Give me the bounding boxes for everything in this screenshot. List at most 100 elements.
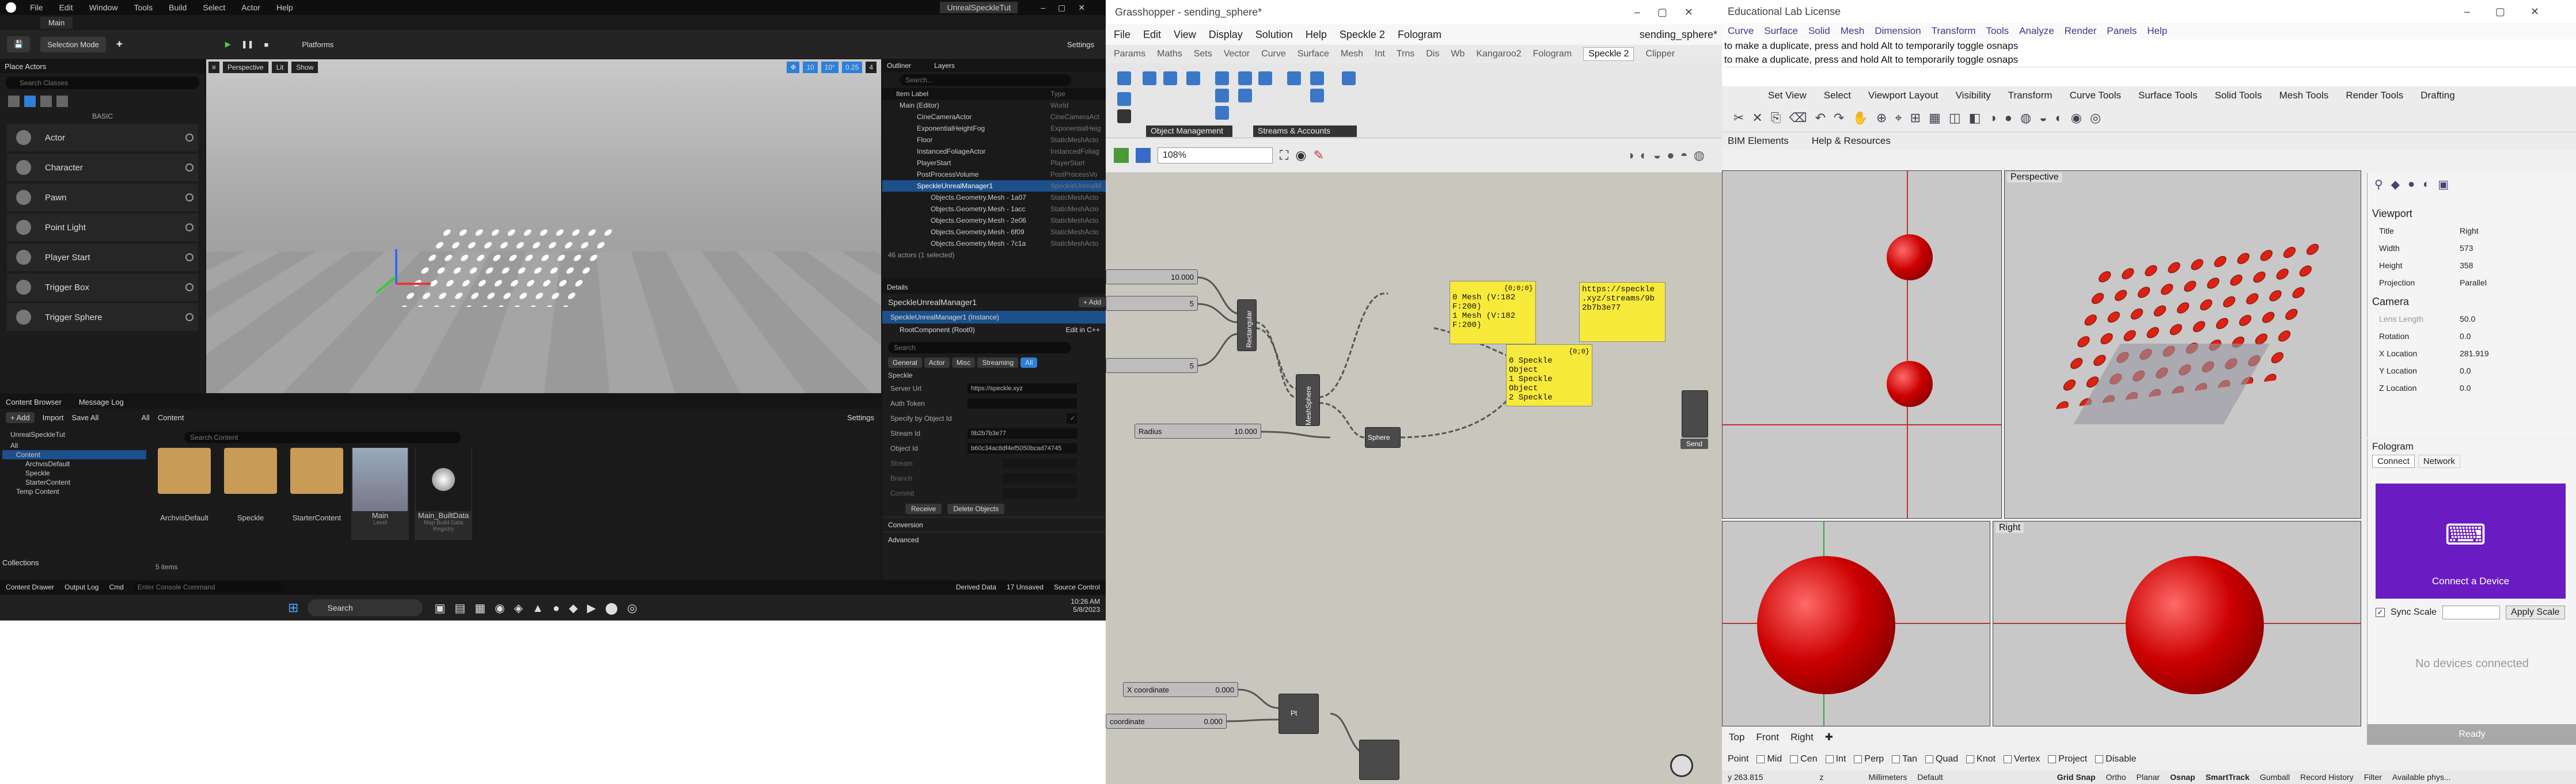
gh-tab-fologram[interactable]: Fologram bbox=[1533, 49, 1572, 59]
outliner-search[interactable]: Search... bbox=[900, 74, 1071, 86]
object-management-group[interactable]: Object Management bbox=[1146, 125, 1232, 137]
branch-dropdown[interactable] bbox=[1002, 473, 1077, 484]
osnap-knot[interactable]: Knot bbox=[1966, 754, 1995, 764]
projection-dropdown[interactable]: Parallel bbox=[2460, 278, 2487, 287]
menu-actor[interactable]: Actor bbox=[241, 3, 260, 12]
rectangular-grid-component[interactable]: Rectangular bbox=[1237, 299, 1257, 351]
table-row-selected[interactable]: SpeckleUnrealManager1 SpeckleUnrealM bbox=[882, 180, 1106, 192]
lights-icon[interactable] bbox=[40, 96, 52, 107]
asset-builtdata[interactable]: Main_BuiltData Map Build Data Registry bbox=[415, 448, 472, 540]
viewport-right[interactable]: Right bbox=[1993, 521, 2361, 726]
zoom-field[interactable]: 108% bbox=[1158, 147, 1273, 163]
help-icon[interactable] bbox=[185, 313, 194, 321]
viewport-menu-icon[interactable]: ≡ bbox=[208, 62, 220, 73]
help-icon[interactable] bbox=[185, 253, 194, 261]
help-icon[interactable] bbox=[185, 134, 194, 142]
add-component-button[interactable]: + Add bbox=[1078, 297, 1106, 307]
viewport-tab-front[interactable]: Front bbox=[1756, 732, 1779, 743]
zoom-extents-icon[interactable]: ⛶ bbox=[1280, 148, 1288, 163]
transform-gizmo[interactable] bbox=[373, 249, 431, 307]
menu-help[interactable]: Help bbox=[276, 3, 293, 12]
speckle-object-icon[interactable] bbox=[1238, 89, 1252, 102]
gh-tab-trns[interactable]: Trns bbox=[1397, 49, 1414, 59]
speckle-send-component[interactable] bbox=[1682, 390, 1708, 437]
gh-menu-file[interactable]: File bbox=[1114, 29, 1130, 41]
speckle-stream-icon[interactable] bbox=[1310, 71, 1324, 85]
tab-connect[interactable]: Connect bbox=[2372, 455, 2415, 468]
stream-dropdown[interactable] bbox=[1002, 458, 1077, 469]
rh-menu-surface[interactable]: Surface bbox=[1764, 25, 1798, 37]
sphere-component[interactable]: Sphere bbox=[1365, 427, 1401, 448]
stream-url-panel[interactable]: https://speckle .xyz/streams/9b 2b7b3e77 bbox=[1579, 282, 1666, 342]
content-drawer-button[interactable]: Content Drawer bbox=[6, 583, 54, 591]
advanced-section[interactable]: Advanced bbox=[882, 532, 1106, 547]
rh-menu-mesh[interactable]: Mesh bbox=[1841, 25, 1865, 37]
source-control-button[interactable]: Source Control bbox=[1054, 583, 1100, 591]
apply-scale-button[interactable]: Apply Scale bbox=[2506, 606, 2565, 619]
command-input[interactable] bbox=[1724, 67, 2576, 81]
cb-settings-button[interactable]: Settings bbox=[847, 413, 874, 422]
specify-by-id-checkbox[interactable]: ✓ bbox=[1067, 413, 1077, 424]
rh-menu-tools[interactable]: Tools bbox=[1986, 25, 2009, 37]
construct-component[interactable] bbox=[1359, 740, 1399, 780]
content-search[interactable]: Search Content bbox=[184, 432, 461, 443]
shapes-icon[interactable] bbox=[56, 96, 68, 107]
osnap-quad[interactable]: Quad bbox=[1925, 754, 1958, 764]
gh-tab-params[interactable]: Params bbox=[1114, 49, 1145, 59]
rh-menu-solid[interactable]: Solid bbox=[1808, 25, 1830, 37]
filter-toggle[interactable]: Filter bbox=[2364, 772, 2382, 782]
help-icon[interactable] bbox=[185, 223, 194, 231]
tree-item[interactable]: Speckle bbox=[2, 469, 146, 478]
speckle-object-icon[interactable] bbox=[1117, 71, 1131, 85]
speckle-object-icon[interactable] bbox=[1238, 71, 1252, 85]
level-viewport[interactable]: ≡ Perspective Lit Show ✥ 10 10° 0.25 4 bbox=[206, 59, 881, 393]
point-component[interactable]: Pt bbox=[1278, 694, 1319, 734]
rh-menu-transform[interactable]: Transform bbox=[1932, 25, 1976, 37]
gh-menu-fologram[interactable]: Fologram bbox=[1398, 29, 1441, 41]
help-icon[interactable] bbox=[185, 193, 194, 201]
table-row[interactable]: PlayerStart PlayerStart bbox=[882, 157, 1106, 169]
osnap-cen[interactable]: Cen bbox=[1790, 754, 1818, 764]
rh-tab-set-view[interactable]: Set View bbox=[1768, 90, 1807, 101]
stop-icon[interactable]: ■ bbox=[264, 40, 269, 49]
collections-section[interactable]: Collections bbox=[2, 558, 39, 567]
save-icon[interactable]: 💾 bbox=[7, 36, 31, 52]
mesh-panel[interactable]: {0;0;0} 0 Mesh (V:182 F:200) 1 Mesh (V:182… bbox=[1450, 281, 1536, 344]
menu-edit[interactable]: Edit bbox=[59, 3, 73, 12]
recent-icon[interactable] bbox=[8, 96, 20, 107]
object-id-field[interactable]: b60c34ac8df4ef5050bcad74745 bbox=[968, 443, 1077, 454]
save-all-button[interactable]: Save All bbox=[71, 413, 98, 422]
rh-tab-curve-tools[interactable]: Curve Tools bbox=[2070, 90, 2121, 101]
gh-menu-help[interactable]: Help bbox=[1306, 29, 1327, 41]
translate-tool-icon[interactable]: ✥ bbox=[787, 62, 800, 73]
rh-tab-transform[interactable]: Transform bbox=[2008, 90, 2053, 101]
help-icon[interactable] bbox=[185, 163, 194, 172]
col-item-label[interactable]: Item Label bbox=[896, 90, 928, 98]
number-slider[interactable]: 5 bbox=[1106, 296, 1198, 311]
table-row[interactable]: Objects.Geometry.Mesh - 2e06 StaticMeshAc… bbox=[882, 215, 1106, 226]
osnap-disable[interactable]: Disable bbox=[2095, 754, 2137, 764]
viewport-tab-right[interactable]: Right bbox=[1790, 732, 1814, 743]
prop-height-value[interactable]: 358 bbox=[2460, 261, 2473, 270]
tab-general[interactable]: General bbox=[888, 357, 922, 368]
y-location-value[interactable]: 0.0 bbox=[2460, 366, 2471, 375]
environment-icon[interactable]: ◐ bbox=[2423, 178, 2430, 191]
menu-window[interactable]: Window bbox=[89, 3, 118, 12]
help-icon[interactable] bbox=[185, 283, 194, 291]
window-controls[interactable]: –▢✕ bbox=[1634, 6, 1710, 18]
menu-tools[interactable]: Tools bbox=[134, 3, 153, 12]
menu-build[interactable]: Build bbox=[169, 3, 187, 12]
sketch-icon[interactable]: ✎ bbox=[1314, 148, 1324, 163]
derived-data-button[interactable]: Derived Data bbox=[956, 583, 996, 591]
character-item[interactable]: Character bbox=[7, 154, 198, 181]
help-resources-tab[interactable]: Help & Resources bbox=[1812, 135, 1891, 147]
selection-mode-button[interactable]: Selection Mode bbox=[40, 36, 106, 52]
console-input[interactable]: Enter Console Command bbox=[134, 583, 284, 591]
smarttrack-toggle[interactable]: SmartTrack bbox=[2206, 772, 2249, 782]
speckle-object-icon[interactable] bbox=[1215, 106, 1229, 120]
rh-menu-render[interactable]: Render bbox=[2065, 25, 2097, 37]
gh-tab-vector[interactable]: Vector bbox=[1224, 49, 1250, 59]
gh-menu-speckle[interactable]: Speckle 2 bbox=[1340, 29, 1385, 41]
osnap-toggle[interactable]: Osnap bbox=[2170, 772, 2195, 782]
speckle-object-icon[interactable] bbox=[1215, 71, 1229, 85]
